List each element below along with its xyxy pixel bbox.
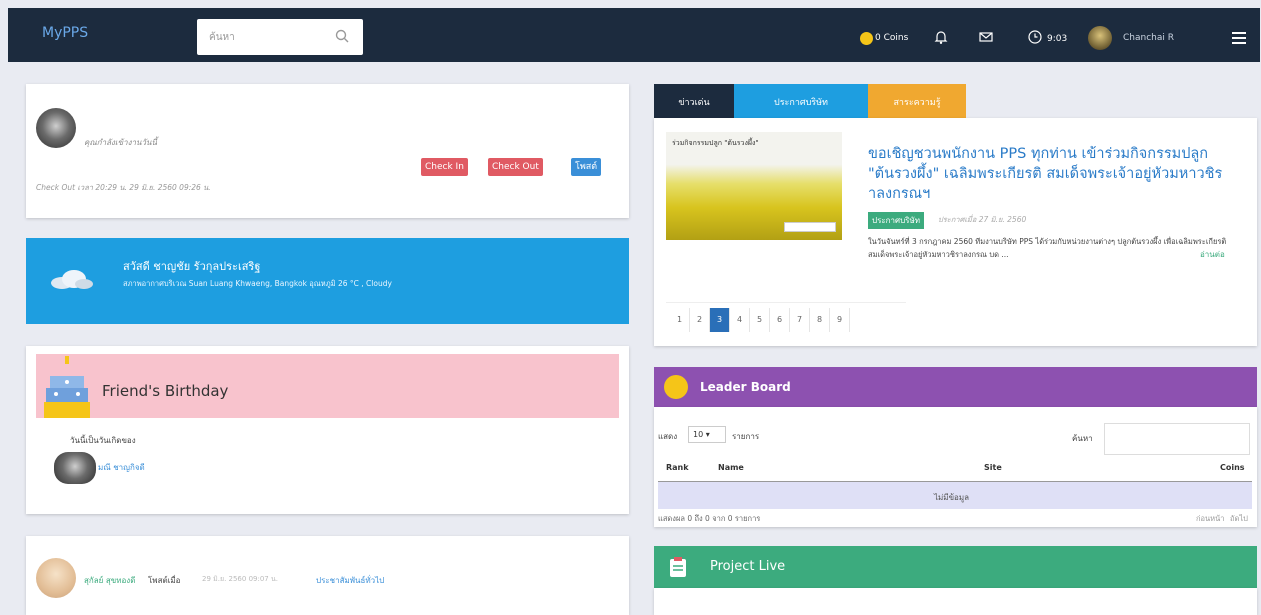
page-size-value[interactable]: 10 xyxy=(693,430,703,439)
brand-logo[interactable]: MyPPS xyxy=(42,25,88,41)
check-in-button[interactable]: Check In xyxy=(421,158,468,176)
show-label: แสดง xyxy=(658,432,678,441)
page-9[interactable]: 9 xyxy=(830,308,850,332)
page-2[interactable]: 2 xyxy=(690,308,710,332)
user-name-dropdown[interactable]: Chanchai R xyxy=(1123,33,1174,43)
post-author-avatar[interactable] xyxy=(36,558,76,598)
empty-message: ไม่มีข้อมูล xyxy=(934,493,970,502)
bell-icon[interactable] xyxy=(933,29,949,45)
news-thumbnail-caption: ร่วมกิจกรรมปลูก "ต้นรวงผึ้ง" xyxy=(672,139,759,147)
clipboard-icon xyxy=(670,557,686,577)
weather-detail: สภาพอากาศบริเวณ Suan Luang Khwaeng, Bang… xyxy=(123,279,392,288)
table-search-label: ค้นหา xyxy=(1072,434,1093,443)
next-page-button[interactable]: ถัดไป xyxy=(1230,513,1248,525)
birthday-person-avatar[interactable] xyxy=(54,452,96,484)
post-action: โพสต์เมื่อ xyxy=(148,576,181,585)
checkin-card: คุณกำลังเข้างานวันนี้ Check In Check Out… xyxy=(26,84,629,218)
clock-time[interactable]: 9:03 xyxy=(1047,34,1067,44)
post-author-link[interactable]: สุกัลย์ สุขทองดี xyxy=(84,574,135,587)
news-date: ประกาศเมื่อ 27 มิ.ย. 2560 xyxy=(938,215,1027,224)
col-rank[interactable]: Rank xyxy=(666,463,689,472)
page-1[interactable]: 1 xyxy=(670,308,690,332)
page-3-active[interactable]: 3 xyxy=(710,308,730,332)
page-4[interactable]: 4 xyxy=(730,308,750,332)
news-card: ร่วมกิจกรรมปลูก "ต้นรวงผึ้ง" ขอเชิญชวนพน… xyxy=(654,118,1257,346)
col-name[interactable]: Name xyxy=(718,463,744,472)
profile-avatar[interactable] xyxy=(36,108,76,148)
tab-news-label[interactable]: ข่าวเด่น xyxy=(678,98,709,108)
search-box[interactable]: ค้นหา xyxy=(197,19,363,55)
clock-icon[interactable] xyxy=(1027,29,1043,45)
page-7[interactable]: 7 xyxy=(790,308,810,332)
birthday-title: Friend's Birthday xyxy=(102,382,229,400)
col-coins[interactable]: Coins xyxy=(1220,463,1245,472)
tab-company[interactable]: ประกาศบริษัท xyxy=(734,84,868,118)
post-button[interactable]: โพสต์ xyxy=(571,158,602,176)
weather-banner: สวัสดี ชาญชัย รัวกุลประเสริฐ สภาพอากาศบร… xyxy=(26,238,629,324)
birthday-card: Friend's Birthday วันนี้เป็นวันเกิดของ ม… xyxy=(26,346,629,514)
search-placeholder[interactable]: ค้นหา xyxy=(209,30,235,45)
birthday-header: Friend's Birthday xyxy=(36,354,619,418)
page-5[interactable]: 5 xyxy=(750,308,770,332)
news-category-badge[interactable]: ประกาศบริษัท xyxy=(868,212,925,229)
table-info: แสดงผล 0 ถึง 0 จาก 0 รายการ xyxy=(658,514,761,523)
page-6[interactable]: 6 xyxy=(770,308,790,332)
page-size-select[interactable]: 10 ▾ xyxy=(688,426,726,443)
weather-greeting: สวัสดี ชาญชัย รัวกุลประเสริฐ xyxy=(123,260,261,273)
checkin-name: คุณกำลังเข้างานวันนี้ xyxy=(84,138,157,147)
page-8[interactable]: 8 xyxy=(810,308,830,332)
coin-icon xyxy=(860,32,873,45)
news-thumbnail-logo xyxy=(784,222,836,232)
project-live-header: Project Live xyxy=(654,546,1257,588)
birthday-cake-icon xyxy=(44,356,90,418)
birthday-person-link[interactable]: มณี ชาญกิจดี xyxy=(98,461,145,474)
leaderboard-header: Leader Board xyxy=(654,367,1257,407)
table-search-input[interactable] xyxy=(1104,423,1250,455)
mail-icon[interactable] xyxy=(978,29,994,45)
empty-row: ไม่มีข้อมูล xyxy=(658,481,1252,509)
project-live-title: Project Live xyxy=(710,559,786,574)
project-live-card xyxy=(654,588,1257,615)
news-thumbnail[interactable]: ร่วมกิจกรรมปลูก "ต้นรวงผึ้ง" xyxy=(666,132,842,240)
birthday-subtitle: วันนี้เป็นวันเกิดของ xyxy=(70,436,136,445)
cloud-icon xyxy=(51,270,93,289)
pager-divider xyxy=(666,302,906,303)
tab-knowledge-label[interactable]: สาระความรู้ xyxy=(893,98,940,108)
tab-news[interactable]: ข่าวเด่น xyxy=(654,84,734,118)
leaderboard-card: แสดง 10 ▾ รายการ ค้นหา Rank Name Site Co… xyxy=(654,407,1257,527)
hamburger-menu-icon[interactable] xyxy=(1232,32,1246,44)
leaderboard-title: Leader Board xyxy=(700,380,791,394)
post-card: สุกัลย์ สุขทองดี โพสต์เมื่อ 29 มิ.ย. 256… xyxy=(26,536,629,615)
top-navbar: MyPPS ค้นหา 0 Coins 9:03 Chanchai R xyxy=(8,8,1260,62)
checkout-status: Check Out เวลา 20:29 น. 29 มิ.ย. 2560 09… xyxy=(36,183,211,192)
post-time: 29 มิ.ย. 2560 09:07 น. xyxy=(202,575,278,583)
read-more-link[interactable]: อ่านต่อ xyxy=(1200,248,1225,261)
prev-page-button[interactable]: ก่อนหน้า xyxy=(1196,513,1224,525)
check-out-button[interactable]: Check Out xyxy=(488,158,543,176)
news-excerpt: ในวันจันทร์ที่ 3 กรกฎาคม 2560 ทีมงานบริษ… xyxy=(868,237,1227,259)
news-tabs: ข่าวเด่น ประกาศบริษัท สาระความรู้ xyxy=(654,84,1257,118)
tab-company-label[interactable]: ประกาศบริษัท xyxy=(774,98,828,108)
post-target-link[interactable]: ประชาสัมพันธ์ทั่วไป xyxy=(316,574,384,587)
news-pagination: 1 2 3 4 5 6 7 8 9 xyxy=(670,308,850,334)
tab-knowledge[interactable]: สาระความรู้ xyxy=(868,84,966,118)
news-headline-link[interactable]: ขอเชิญชวนพนักงาน PPS ทุกท่าน เข้าร่วมกิจ… xyxy=(868,144,1224,204)
rows-label: รายการ xyxy=(732,432,760,441)
user-avatar[interactable] xyxy=(1088,26,1112,50)
col-site[interactable]: Site xyxy=(984,463,1002,472)
search-icon[interactable] xyxy=(335,29,349,43)
coins-count[interactable]: 0 Coins xyxy=(875,33,908,43)
coin-icon xyxy=(664,375,688,399)
